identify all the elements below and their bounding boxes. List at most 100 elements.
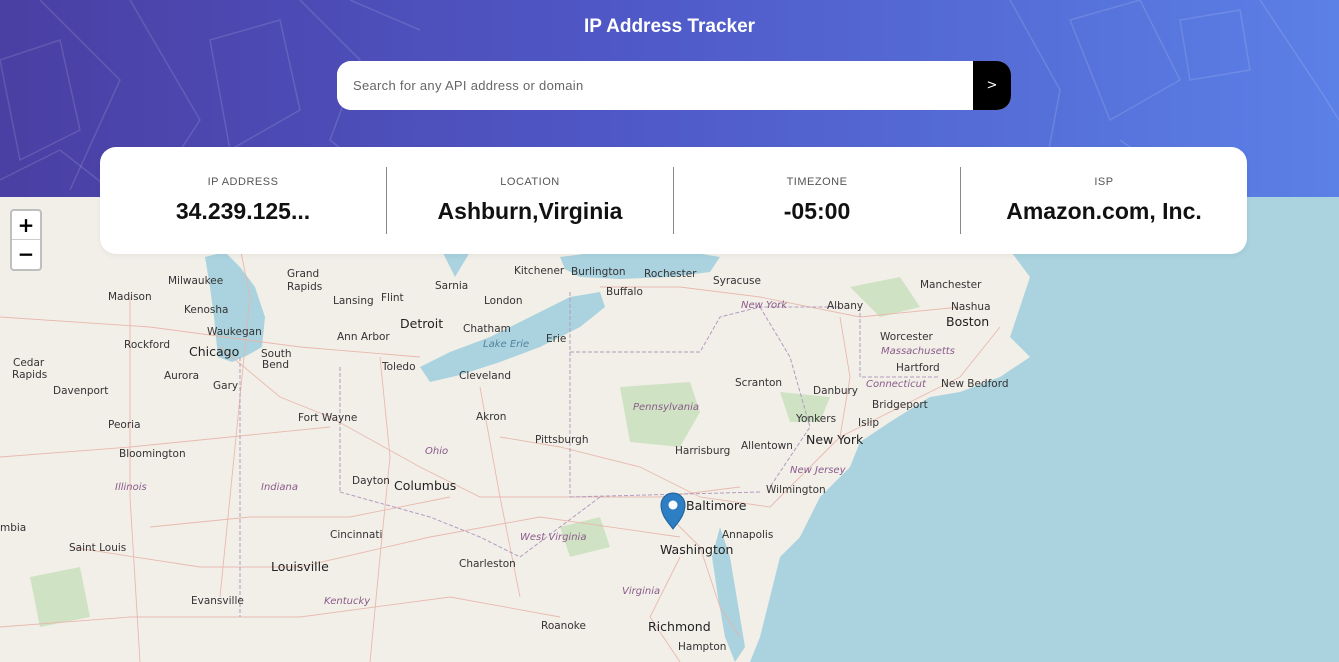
timezone-value: -05:00 (783, 198, 851, 224)
zoom-in-button[interactable]: + (12, 211, 40, 240)
svg-text:Annapolis: Annapolis (722, 529, 773, 541)
svg-text:Rockford: Rockford (124, 339, 170, 351)
svg-text:Madison: Madison (108, 291, 152, 303)
svg-text:Toledo: Toledo (381, 361, 416, 373)
svg-text:Charleston: Charleston (459, 558, 516, 570)
svg-text:New Jersey: New Jersey (790, 465, 847, 476)
zoom-out-button[interactable]: − (12, 240, 40, 269)
svg-text:Hartford: Hartford (896, 362, 940, 374)
svg-text:Burlington: Burlington (571, 266, 626, 278)
svg-text:Cedar: Cedar (13, 357, 45, 369)
svg-text:Flint: Flint (381, 292, 404, 304)
svg-text:Pennsylvania: Pennsylvania (633, 402, 699, 413)
svg-text:mbia: mbia (0, 522, 26, 534)
svg-text:Columbus: Columbus (394, 478, 456, 493)
svg-text:Washington: Washington (660, 542, 733, 557)
svg-text:Hampton: Hampton (678, 641, 726, 653)
isp-label: ISP (1094, 176, 1114, 188)
svg-text:Massachusetts: Massachusetts (881, 346, 955, 357)
svg-text:Rochester: Rochester (644, 268, 697, 280)
map[interactable]: Milwaukee Madison Grand Rapids Lansing F… (0, 197, 1339, 662)
location-label: LOCATION (500, 176, 560, 188)
svg-text:Roanoke: Roanoke (541, 620, 586, 632)
svg-text:Saint Louis: Saint Louis (69, 542, 126, 554)
svg-text:Bridgeport: Bridgeport (872, 399, 928, 411)
location-value: Ashburn,Virginia (437, 198, 623, 224)
svg-text:Cleveland: Cleveland (459, 370, 511, 382)
search-bar: > (337, 61, 1011, 110)
svg-text:Nashua: Nashua (951, 301, 991, 313)
timezone-label: TIMEZONE (786, 176, 848, 188)
svg-text:Syracuse: Syracuse (713, 275, 761, 287)
svg-text:Buffalo: Buffalo (606, 286, 643, 298)
svg-text:Danbury: Danbury (813, 385, 858, 397)
svg-text:Akron: Akron (476, 411, 506, 423)
svg-text:Aurora: Aurora (164, 370, 199, 382)
svg-text:Pittsburgh: Pittsburgh (535, 434, 589, 446)
svg-text:Waukegan: Waukegan (207, 326, 262, 338)
svg-text:Indiana: Indiana (261, 482, 298, 493)
svg-text:New Bedford: New Bedford (941, 378, 1009, 390)
svg-text:Evansville: Evansville (191, 595, 244, 607)
location-cell: LOCATION Ashburn,Virginia (386, 167, 673, 234)
svg-text:Peoria: Peoria (108, 419, 141, 431)
svg-text:Scranton: Scranton (735, 377, 782, 389)
svg-text:Detroit: Detroit (400, 316, 443, 331)
svg-text:Sarnia: Sarnia (435, 280, 468, 292)
svg-text:Bend: Bend (262, 359, 289, 371)
svg-text:Kitchener: Kitchener (514, 265, 565, 277)
map-canvas[interactable]: Milwaukee Madison Grand Rapids Lansing F… (0, 197, 1339, 662)
svg-text:Lake Erie: Lake Erie (483, 339, 529, 350)
timezone-cell: TIMEZONE -05:00 (673, 167, 960, 234)
svg-text:Worcester: Worcester (880, 331, 934, 343)
svg-text:Connecticut: Connecticut (866, 379, 927, 390)
svg-text:New York: New York (806, 432, 864, 447)
svg-text:New York: New York (741, 300, 788, 311)
svg-text:Illinois: Illinois (115, 482, 147, 493)
ip-address-cell: IP ADDRESS 34.239.125... (100, 167, 386, 234)
svg-text:Virginia: Virginia (622, 586, 660, 597)
svg-text:Rapids: Rapids (287, 281, 322, 293)
svg-text:Milwaukee: Milwaukee (168, 275, 223, 287)
svg-text:Bloomington: Bloomington (119, 448, 186, 460)
atlantic-ocean (750, 197, 1339, 662)
svg-text:Lansing: Lansing (333, 295, 374, 307)
svg-text:Louisville: Louisville (271, 559, 329, 574)
map-pin-icon[interactable] (660, 492, 686, 530)
ip-address-value: 34.239.125... (175, 198, 311, 224)
svg-text:Baltimore: Baltimore (686, 498, 747, 513)
svg-text:Chicago: Chicago (189, 344, 239, 359)
ip-address-label: IP ADDRESS (207, 176, 279, 188)
svg-text:Ann Arbor: Ann Arbor (337, 331, 390, 343)
zoom-control: + − (10, 209, 42, 271)
isp-value: Amazon.com, Inc. (1006, 198, 1202, 224)
svg-text:Rapids: Rapids (12, 369, 47, 381)
svg-text:Cincinnati: Cincinnati (330, 529, 382, 541)
svg-text:Islip: Islip (858, 417, 879, 429)
svg-text:Ohio: Ohio (425, 446, 448, 457)
isp-cell: ISP Amazon.com, Inc. (960, 167, 1247, 234)
svg-text:Gary: Gary (213, 380, 238, 392)
svg-text:Harrisburg: Harrisburg (675, 445, 730, 457)
search-submit-button[interactable]: > (973, 61, 1011, 110)
info-card: IP ADDRESS 34.239.125... LOCATION Ashbur… (100, 147, 1247, 254)
svg-text:London: London (484, 295, 523, 307)
page-title: IP Address Tracker (583, 16, 756, 37)
svg-text:Grand: Grand (287, 268, 319, 280)
svg-text:Chatham: Chatham (463, 323, 511, 335)
svg-text:Kenosha: Kenosha (184, 304, 228, 316)
svg-text:Manchester: Manchester (920, 279, 982, 291)
svg-text:Yonkers: Yonkers (795, 413, 836, 425)
svg-text:Kentucky: Kentucky (324, 596, 371, 607)
svg-text:Albany: Albany (827, 300, 863, 312)
svg-text:Fort Wayne: Fort Wayne (298, 412, 357, 424)
svg-text:Erie: Erie (546, 333, 566, 345)
svg-text:Allentown: Allentown (741, 440, 793, 452)
svg-text:West Virginia: West Virginia (520, 532, 586, 543)
svg-text:Wilmington: Wilmington (766, 484, 826, 496)
svg-text:Richmond: Richmond (648, 619, 711, 634)
svg-text:Boston: Boston (946, 314, 989, 329)
svg-text:Dayton: Dayton (352, 475, 390, 487)
search-input[interactable] (337, 61, 973, 110)
svg-text:Davenport: Davenport (53, 385, 108, 397)
